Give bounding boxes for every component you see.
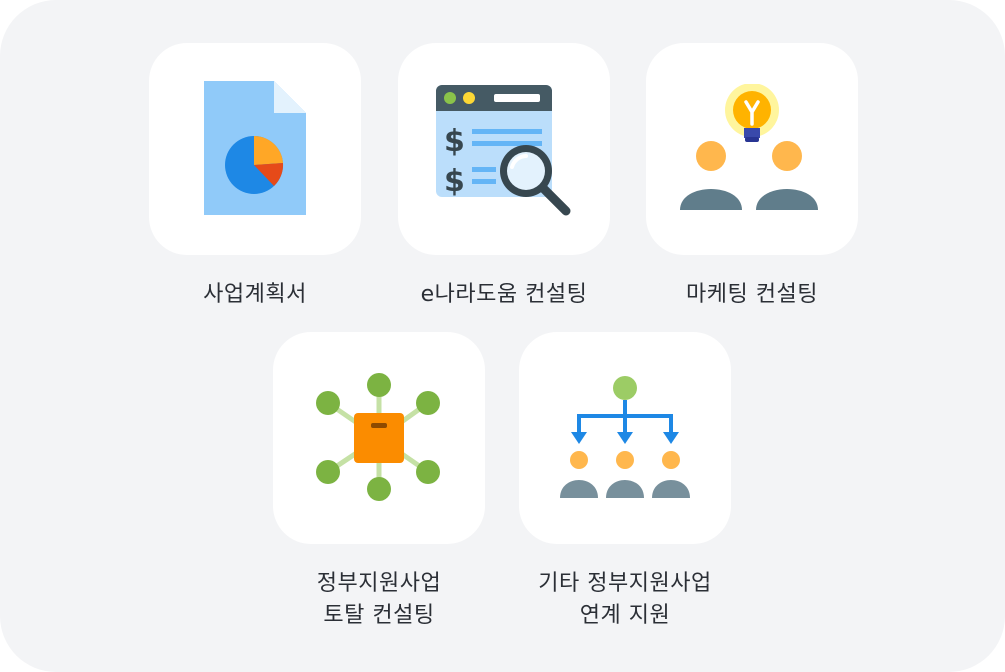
network-box-hub-icon (314, 373, 444, 503)
service-label: 사업계획서 (149, 279, 361, 311)
service-other-government-support[interactable]: 기타 정부지원사업 연계 지원 (519, 332, 731, 632)
service-card[interactable] (149, 43, 361, 255)
service-government-total-consulting[interactable]: 정부지원사업 토탈 컨설팅 (273, 332, 485, 632)
service-label-line: 사업계획서 (203, 282, 307, 307)
service-label-line: 토탈 컨설팅 (323, 603, 435, 628)
service-label-line: e나라도움 컨설팅 (420, 282, 588, 307)
service-label-line: 연계 지원 (579, 603, 671, 628)
service-card[interactable] (519, 332, 731, 544)
service-card[interactable] (273, 332, 485, 544)
service-label-line: 마케팅 컨설팅 (686, 282, 818, 307)
service-label-line: 기타 정부지원사업 (538, 571, 712, 596)
service-label: 마케팅 컨설팅 (646, 279, 858, 311)
services-panel: 사업계획서 $ $ e나라도움 컨설팅 마케팅 컨설팅 정부지원사업 토탈 컨설… (0, 0, 1005, 672)
svg-text:$: $ (444, 124, 465, 159)
service-label-line: 정부지원사업 (316, 571, 442, 596)
service-business-plan[interactable]: 사업계획서 (149, 43, 361, 311)
service-label: 기타 정부지원사업 연계 지원 (519, 568, 731, 632)
service-label: e나라도움 컨설팅 (398, 279, 610, 311)
people-lightbulb-idea-icon (677, 84, 827, 214)
business-plan-pie-chart-document-icon (200, 79, 310, 219)
svg-text:$: $ (444, 164, 465, 199)
organization-hierarchy-icon (560, 376, 690, 500)
service-label: 정부지원사업 토탈 컨설팅 (273, 568, 485, 632)
finance-search-magnifier-icon: $ $ (434, 79, 574, 219)
service-card[interactable]: $ $ (398, 43, 610, 255)
service-enara-consulting[interactable]: $ $ e나라도움 컨설팅 (398, 43, 610, 311)
service-card[interactable] (646, 43, 858, 255)
service-marketing-consulting[interactable]: 마케팅 컨설팅 (646, 43, 858, 311)
